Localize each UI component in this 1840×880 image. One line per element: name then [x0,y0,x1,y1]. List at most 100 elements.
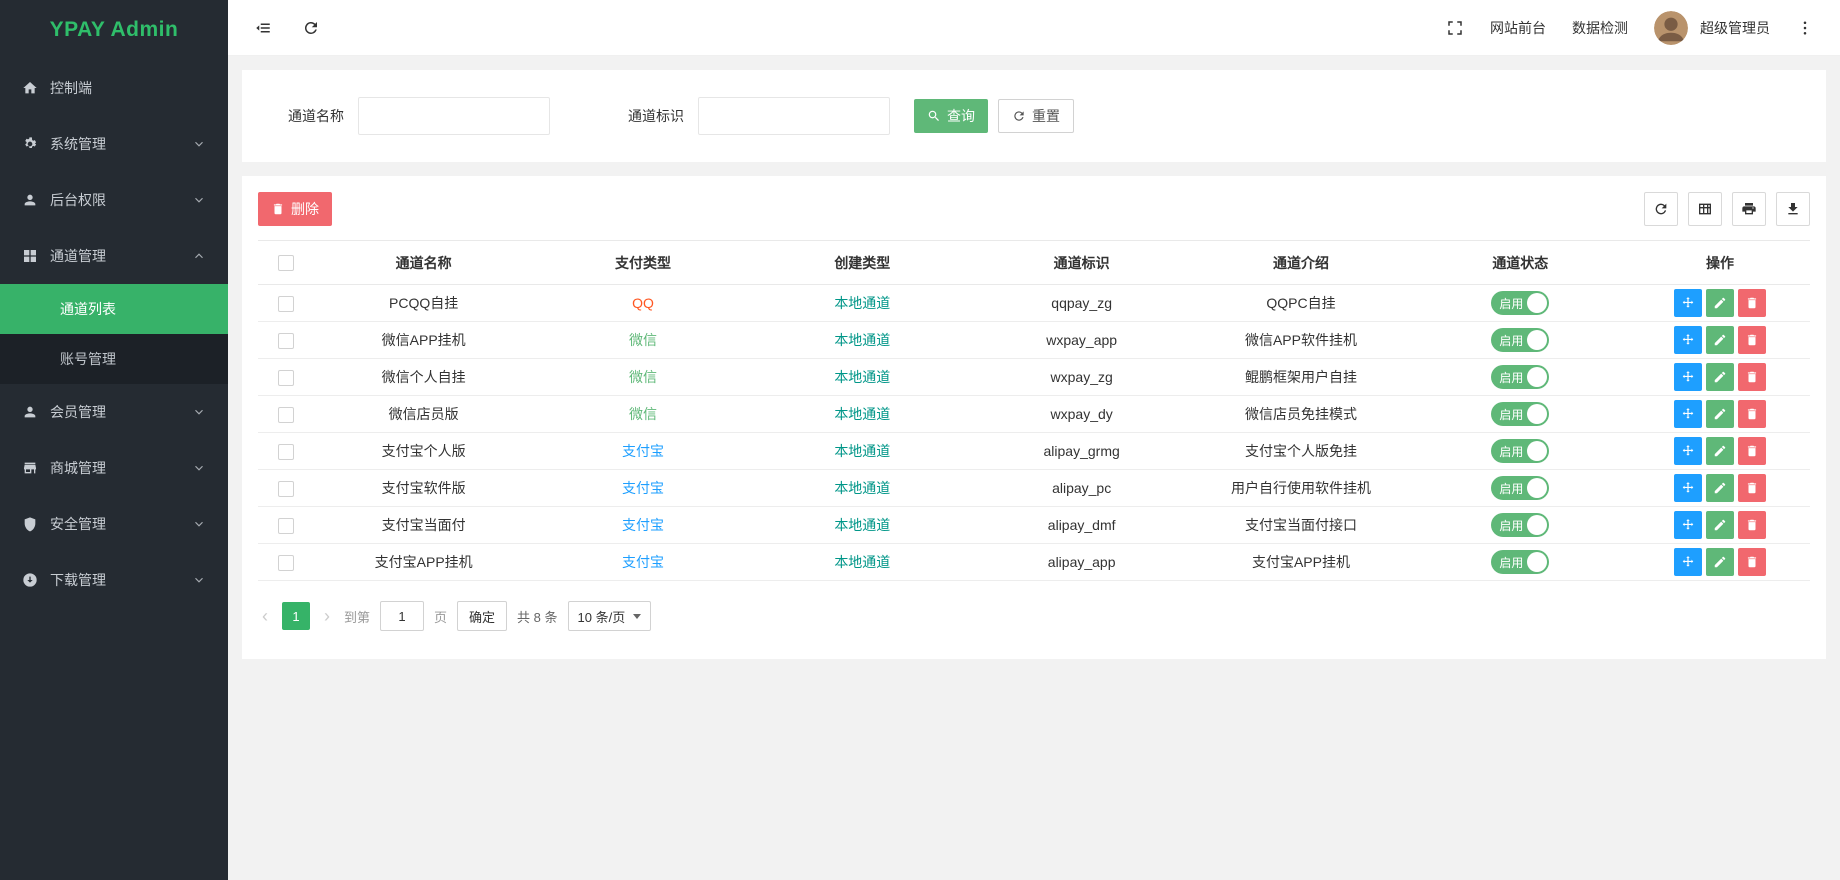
current-page[interactable]: 1 [282,602,310,630]
cell-pay-type: 支付宝 [533,507,752,544]
toggle-knob [1527,478,1547,498]
select-all-checkbox[interactable] [278,255,294,271]
refresh-table-button[interactable] [1644,192,1678,226]
sidebar-item-mall[interactable]: 商城管理 [0,440,228,496]
fullscreen-icon[interactable] [1446,19,1464,37]
page-label: 页 [434,607,447,626]
refresh-page-icon[interactable] [302,19,320,37]
edit-row-button[interactable] [1706,437,1734,465]
delete-row-button[interactable] [1738,326,1766,354]
move-row-button[interactable] [1674,474,1702,502]
move-row-button[interactable] [1674,437,1702,465]
table-panel: 删除 通道名称支付类型创建类型通道标识通道介绍通道状态操作 PCQQ自挂QQ本地… [242,176,1826,659]
total-count: 共 8 条 [517,607,557,626]
status-toggle[interactable]: 启用 [1491,476,1549,500]
delete-row-button[interactable] [1738,363,1766,391]
status-label: 启用 [1499,517,1523,534]
avatar[interactable] [1654,11,1688,45]
page-size-select[interactable]: 10 条/页 [568,601,652,631]
sidebar-subitem-label: 通道列表 [60,299,116,319]
print-button[interactable] [1732,192,1766,226]
move-row-button[interactable] [1674,363,1702,391]
channel-name-field: 通道名称 [288,97,550,135]
delete-row-button[interactable] [1738,548,1766,576]
row-checkbox[interactable] [278,518,294,534]
row-checkbox[interactable] [278,333,294,349]
table-row: 支付宝软件版支付宝本地通道alipay_pc用户自行使用软件挂机启用 [258,470,1810,507]
edit-row-button[interactable] [1706,289,1734,317]
delete-row-button[interactable] [1738,474,1766,502]
sidebar-subitem-channel-list[interactable]: 通道列表 [0,284,228,334]
status-toggle[interactable]: 启用 [1491,439,1549,463]
caret-down-icon [633,614,641,619]
sidebar-item-control[interactable]: 控制端 [0,60,228,116]
edit-row-button[interactable] [1706,400,1734,428]
main-area: 网站前台 数据检测 超级管理员 通道名称 通道标识 查询 重置 [228,0,1840,880]
sidebar-item-label: 会员管理 [50,402,106,422]
export-button[interactable] [1776,192,1810,226]
edit-row-button[interactable] [1706,474,1734,502]
collapse-sidebar-icon[interactable] [254,19,272,37]
channel-code-input[interactable] [698,97,890,135]
edit-row-button[interactable] [1706,511,1734,539]
goto-page-input[interactable] [380,601,424,631]
move-row-button[interactable] [1674,326,1702,354]
status-toggle[interactable]: 启用 [1491,513,1549,537]
row-checkbox[interactable] [278,555,294,571]
move-row-button[interactable] [1674,511,1702,539]
sidebar-item-permission[interactable]: 后台权限 [0,172,228,228]
reset-button[interactable]: 重置 [998,99,1074,133]
store-icon [22,460,38,476]
sidebar-submenu: 通道列表账号管理 [0,284,228,384]
filter-columns-button[interactable] [1688,192,1722,226]
edit-row-button[interactable] [1706,363,1734,391]
sidebar-item-channel[interactable]: 通道管理 [0,228,228,284]
prev-page-button[interactable]: ‹ [258,607,272,625]
next-page-button[interactable]: › [320,607,334,625]
sidebar-item-download[interactable]: 下载管理 [0,552,228,608]
app-title: YPAY Admin [50,18,179,42]
shield-icon [22,516,38,532]
move-row-button[interactable] [1674,289,1702,317]
chevron-down-icon [192,461,206,475]
table-toolbar: 删除 [258,192,1810,226]
delete-row-button[interactable] [1738,437,1766,465]
channel-name-input[interactable] [358,97,550,135]
channels-table: 通道名称支付类型创建类型通道标识通道介绍通道状态操作 PCQQ自挂QQ本地通道q… [258,240,1810,581]
edit-row-button[interactable] [1706,326,1734,354]
move-row-button[interactable] [1674,400,1702,428]
cell-channel-desc: 微信店员免挂模式 [1191,396,1410,433]
sidebar-item-security[interactable]: 安全管理 [0,496,228,552]
username[interactable]: 超级管理员 [1700,18,1770,38]
row-checkbox[interactable] [278,370,294,386]
chevron-down-icon [192,405,206,419]
delete-row-button[interactable] [1738,511,1766,539]
search-button[interactable]: 查询 [914,99,988,133]
status-toggle[interactable]: 启用 [1491,291,1549,315]
edit-row-button[interactable] [1706,548,1734,576]
delete-row-button[interactable] [1738,289,1766,317]
delete-selected-button[interactable]: 删除 [258,192,332,226]
move-row-button[interactable] [1674,548,1702,576]
row-checkbox[interactable] [278,481,294,497]
link-data-check[interactable]: 数据检测 [1572,18,1628,38]
row-checkbox[interactable] [278,407,294,423]
chevron-up-icon [192,249,206,263]
row-checkbox[interactable] [278,296,294,312]
status-toggle[interactable]: 启用 [1491,365,1549,389]
download-icon [22,572,38,588]
sidebar-subitem-account[interactable]: 账号管理 [0,334,228,384]
sidebar-item-member[interactable]: 会员管理 [0,384,228,440]
confirm-page-button[interactable]: 确定 [457,601,507,631]
status-toggle[interactable]: 启用 [1491,328,1549,352]
sidebar-item-system[interactable]: 系统管理 [0,116,228,172]
status-toggle[interactable]: 启用 [1491,550,1549,574]
delete-row-button[interactable] [1738,400,1766,428]
link-site-front[interactable]: 网站前台 [1490,18,1546,38]
more-menu-icon[interactable] [1796,19,1814,37]
row-checkbox[interactable] [278,444,294,460]
goto-label: 到第 [344,607,370,626]
column-header: 通道名称 [314,241,533,285]
status-toggle[interactable]: 启用 [1491,402,1549,426]
cell-channel-name: 微信个人自挂 [314,359,533,396]
